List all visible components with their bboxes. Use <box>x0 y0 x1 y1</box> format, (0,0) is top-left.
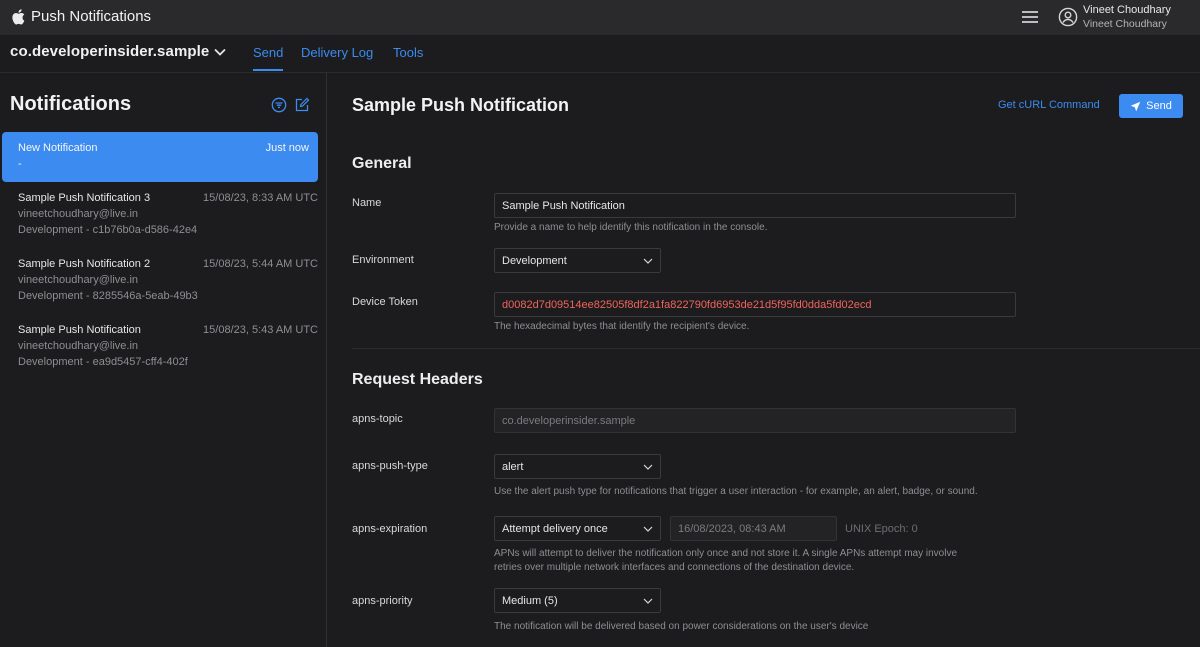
environment-select[interactable]: Development <box>494 248 661 273</box>
notification-email: vineetchoudhary@live.in <box>18 340 139 352</box>
device-token-label: Device Token <box>352 296 418 308</box>
notification-date: 15/08/23, 5:44 AM UTC <box>203 258 318 270</box>
apns-expiration-help-line-2: retries over multiple network interfaces… <box>494 562 855 573</box>
apns-expiration-date: 16/08/2023, 08:43 AM <box>678 522 786 535</box>
name-field-value: Sample Push Notification <box>502 199 625 212</box>
name-field[interactable]: Sample Push Notification <box>494 193 1016 218</box>
notification-title: New Notification <box>18 142 98 154</box>
chevron-down-icon <box>643 258 653 264</box>
notification-environment: Development - 8285546a-5eab-49b3 <box>18 290 198 302</box>
environment-label: Environment <box>352 254 414 266</box>
device-token-field[interactable]: d0082d7d09514ee82505f8df2a1fa822790fd695… <box>494 292 1016 317</box>
apns-push-type-value: alert <box>502 460 524 473</box>
apns-push-type-select[interactable]: alert <box>494 454 661 479</box>
device-token-value: d0082d7d09514ee82505f8df2a1fa822790fd695… <box>502 298 872 311</box>
apns-priority-value: Medium (5) <box>502 594 558 607</box>
active-tab-indicator <box>253 69 283 71</box>
paper-plane-icon <box>1130 101 1141 111</box>
apns-priority-help: The notification will be delivered based… <box>494 621 869 632</box>
section-general-heading: General <box>352 155 412 172</box>
notification-title: Sample Push Notification 3 <box>18 192 151 204</box>
apns-push-type-label: apns-push-type <box>352 460 428 472</box>
apns-expiration-select[interactable]: Attempt delivery once <box>494 516 661 541</box>
apns-expiration-label: apns-expiration <box>352 523 428 535</box>
notification-editor: Sample Push Notification Get cURL Comman… <box>328 73 1200 647</box>
tab-tools[interactable]: Tools <box>393 45 423 60</box>
chevron-down-icon <box>643 526 653 532</box>
apns-priority-label: apns-priority <box>352 595 413 607</box>
apns-expiration-help-line-1: APNs will attempt to deliver the notific… <box>494 548 958 559</box>
list-item[interactable]: Sample Push Notification 3 15/08/23, 8:3… <box>18 192 318 248</box>
device-token-help: The hexadecimal bytes that identify the … <box>494 321 750 332</box>
notification-time: Just now <box>265 142 309 154</box>
team-selector[interactable]: co.developerinsider.sample <box>10 43 209 60</box>
chevron-down-icon <box>643 464 653 470</box>
apns-topic-field: co.developerinsider.sample <box>494 408 1016 433</box>
notification-subtitle: - <box>18 158 22 170</box>
notification-date: 15/08/23, 5:43 AM UTC <box>203 324 318 336</box>
team-nav-bar: co.developerinsider.sample Send Delivery… <box>0 35 1200 73</box>
apple-logo-icon <box>12 9 25 25</box>
tab-delivery-log[interactable]: Delivery Log <box>301 45 373 60</box>
notification-environment: Development - ea9d5457-cff4-402f <box>18 356 188 368</box>
hamburger-menu-icon[interactable] <box>1022 11 1038 23</box>
chevron-down-icon <box>643 598 653 604</box>
filter-icon[interactable] <box>271 97 287 113</box>
apns-topic-label: apns-topic <box>352 413 403 425</box>
apns-priority-select[interactable]: Medium (5) <box>494 588 661 613</box>
list-item[interactable]: Sample Push Notification 15/08/23, 5:43 … <box>18 324 318 380</box>
page-title: Sample Push Notification <box>352 95 570 115</box>
apns-expiration-value: Attempt delivery once <box>502 522 608 535</box>
list-item[interactable]: Sample Push Notification 2 15/08/23, 5:4… <box>18 258 318 314</box>
notifications-sidebar: Notifications New Notification Just now … <box>0 73 327 647</box>
user-subname: Vineet Choudhary <box>1083 18 1167 30</box>
send-button-label: Send <box>1146 100 1172 112</box>
send-button[interactable]: Send <box>1119 94 1183 118</box>
sidebar-title: Notifications <box>10 93 132 115</box>
user-name[interactable]: Vineet Choudhary <box>1083 4 1171 16</box>
notification-email: vineetchoudhary@live.in <box>18 274 139 286</box>
section-divider <box>352 348 1200 349</box>
notification-title: Sample Push Notification <box>18 324 141 336</box>
notification-title: Sample Push Notification 2 <box>18 258 151 270</box>
apns-push-type-help: Use the alert push type for notification… <box>494 486 978 497</box>
apns-topic-value: co.developerinsider.sample <box>502 414 636 427</box>
notification-environment: Development - c1b76b0a-d586-42e4 <box>18 224 198 236</box>
name-help: Provide a name to help identify this not… <box>494 222 768 233</box>
section-request-headers-heading: Request Headers <box>352 371 483 388</box>
notification-item-selected[interactable]: New Notification Just now - <box>2 132 318 182</box>
name-label: Name <box>352 197 382 209</box>
top-bar: Push Notifications Vineet Choudhary Vine… <box>0 0 1200 35</box>
unix-epoch-readout: UNIX Epoch: 0 <box>845 523 918 535</box>
get-curl-command-link[interactable]: Get cURL Command <box>998 99 1100 111</box>
notification-email: vineetchoudhary@live.in <box>18 208 139 220</box>
compose-icon[interactable] <box>294 97 310 113</box>
user-account-icon[interactable] <box>1058 7 1078 27</box>
chevron-down-icon[interactable] <box>214 48 226 56</box>
apns-expiration-date-field: 16/08/2023, 08:43 AM <box>670 516 837 541</box>
environment-value: Development <box>502 254 567 267</box>
notification-date: 15/08/23, 8:33 AM UTC <box>203 192 318 204</box>
tab-send[interactable]: Send <box>253 45 283 60</box>
app-title: Push Notifications <box>31 8 152 25</box>
